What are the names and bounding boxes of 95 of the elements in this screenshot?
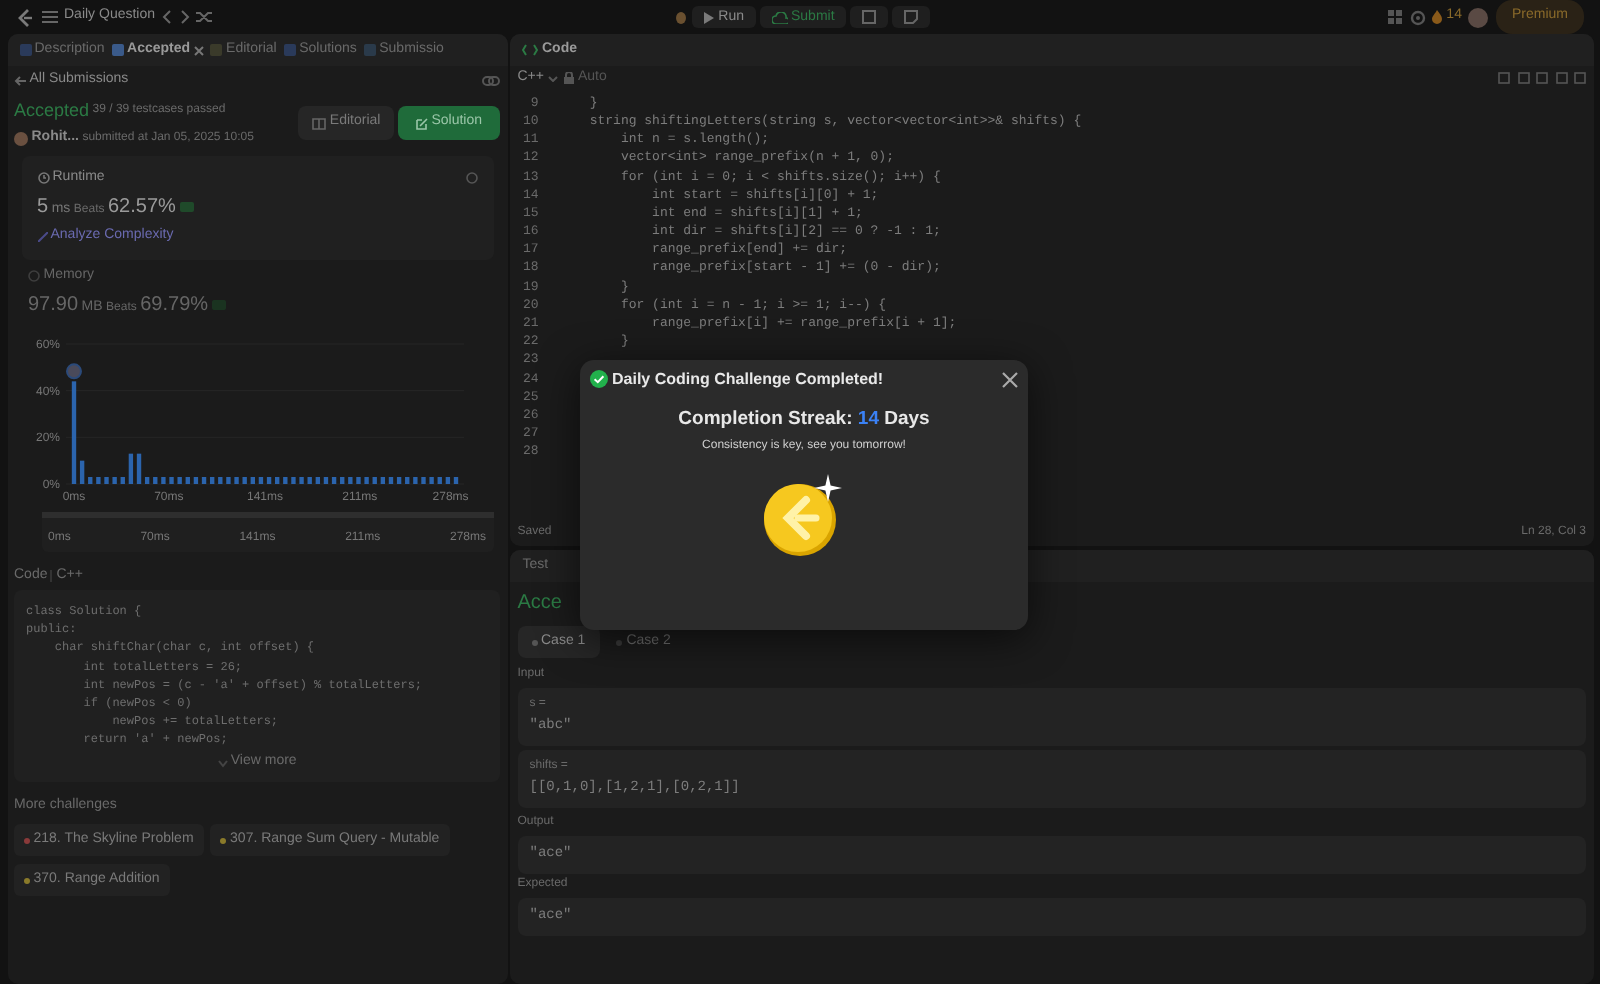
wand-icon: [37, 231, 47, 242]
histogram-bar[interactable]: [363, 476, 368, 484]
tab-icon: [111, 44, 124, 56]
histogram-bar[interactable]: [111, 476, 116, 484]
tab-icon: [210, 44, 223, 56]
histogram-bar[interactable]: [135, 453, 141, 484]
histogram-bar[interactable]: [395, 476, 401, 484]
panel-icon: [862, 9, 877, 24]
histogram-bar[interactable]: [265, 476, 271, 484]
histogram-bar[interactable]: [436, 476, 441, 484]
settings-icon[interactable]: [1409, 9, 1426, 25]
tab-icon: [19, 44, 31, 56]
histogram-bar[interactable]: [257, 476, 263, 484]
histogram-bar[interactable]: [184, 476, 189, 484]
clock-icon: [37, 172, 49, 185]
histogram-bar[interactable]: [176, 476, 181, 484]
play-icon: [704, 11, 715, 23]
histogram-bar[interactable]: [330, 476, 336, 484]
cloud-upload-icon: [771, 11, 788, 23]
dialog-title: Daily Coding Challenge Completed!: [612, 367, 884, 391]
memory-value: 97.90: [28, 292, 79, 321]
avatar-marker: [65, 362, 81, 379]
histogram-bar[interactable]: [404, 476, 409, 484]
tab-icon: [363, 44, 376, 56]
grid-icon[interactable]: [1388, 10, 1403, 24]
edit-icon: [415, 117, 428, 130]
notes-button[interactable]: [850, 5, 889, 29]
histogram-bar[interactable]: [322, 476, 328, 484]
histogram-bar[interactable]: [225, 476, 230, 484]
arrow-left-icon: [14, 75, 26, 85]
avatar-icon: [14, 131, 28, 146]
histogram-bar[interactable]: [127, 453, 133, 484]
histogram-bar[interactable]: [217, 476, 222, 484]
histogram-bar[interactable]: [70, 380, 76, 484]
chevron-right-icon[interactable]: [179, 10, 190, 24]
histogram-bar[interactable]: [452, 476, 458, 484]
histogram-bar[interactable]: [192, 476, 198, 484]
close-button[interactable]: [1001, 371, 1018, 387]
histogram-bar[interactable]: [379, 476, 385, 484]
book-icon: [312, 117, 327, 130]
list-icon[interactable]: [41, 10, 57, 24]
histogram-bar[interactable]: [103, 476, 108, 484]
check-circle-icon: [590, 370, 609, 388]
histogram-bar[interactable]: [339, 476, 344, 484]
link-icon[interactable]: [482, 75, 500, 85]
beats-percent: 69.79%: [140, 292, 209, 321]
bug-icon[interactable]: [671, 8, 690, 26]
histogram-bar[interactable]: [290, 476, 295, 484]
histogram-bar[interactable]: [233, 476, 238, 484]
result-status: Acce: [517, 590, 564, 619]
streak-text: Completion Streak: 14 Days: [676, 405, 932, 433]
histogram-bar[interactable]: [152, 476, 157, 484]
histogram-bar[interactable]: [387, 476, 393, 484]
histogram-bar[interactable]: [444, 476, 450, 484]
histogram-bar[interactable]: [420, 476, 425, 484]
code-icon: [522, 44, 539, 56]
histogram-bar[interactable]: [160, 476, 165, 484]
shuffle-icon[interactable]: [196, 10, 213, 24]
histogram-bar[interactable]: [306, 476, 311, 484]
chevron-down-icon: [217, 759, 228, 767]
histogram-bar[interactable]: [314, 476, 319, 484]
flame-icon: [1432, 10, 1443, 24]
histogram-bar[interactable]: [371, 476, 376, 484]
histogram-bar[interactable]: [209, 476, 214, 484]
histogram-bar[interactable]: [119, 476, 124, 484]
chevron-left-icon[interactable]: [162, 10, 173, 24]
histogram-bar[interactable]: [87, 476, 92, 484]
histogram-bar[interactable]: [298, 476, 303, 484]
histogram-bar[interactable]: [282, 476, 287, 484]
runtime-value: 5: [37, 194, 49, 223]
tab-icon: [283, 44, 296, 56]
histogram-bar[interactable]: [168, 476, 173, 484]
histogram-bar[interactable]: [412, 476, 417, 484]
histogram-bar[interactable]: [200, 476, 206, 484]
histogram-bar[interactable]: [241, 476, 246, 484]
histogram-bar[interactable]: [95, 476, 100, 484]
histogram-bar[interactable]: [78, 460, 84, 484]
beats-percent: 62.57%: [108, 194, 176, 223]
histogram-bar[interactable]: [347, 476, 352, 484]
logo-icon[interactable]: [16, 7, 34, 27]
info-icon[interactable]: [465, 172, 477, 185]
histogram-bar[interactable]: [428, 476, 433, 484]
close-icon[interactable]: [193, 45, 204, 55]
avatar-icon[interactable]: [1468, 7, 1489, 27]
note-icon: [903, 9, 918, 24]
note-button[interactable]: [891, 5, 930, 29]
close-icon: [1001, 371, 1018, 387]
chip-icon: [28, 270, 40, 283]
histogram-bar[interactable]: [143, 476, 149, 484]
result-status: Accepted: [14, 97, 90, 124]
histogram-bar[interactable]: [355, 476, 360, 484]
histogram-bar[interactable]: [249, 476, 254, 484]
lock-icon: [564, 72, 575, 84]
caret-icon: [547, 75, 558, 81]
histogram-bar[interactable]: [274, 476, 279, 484]
